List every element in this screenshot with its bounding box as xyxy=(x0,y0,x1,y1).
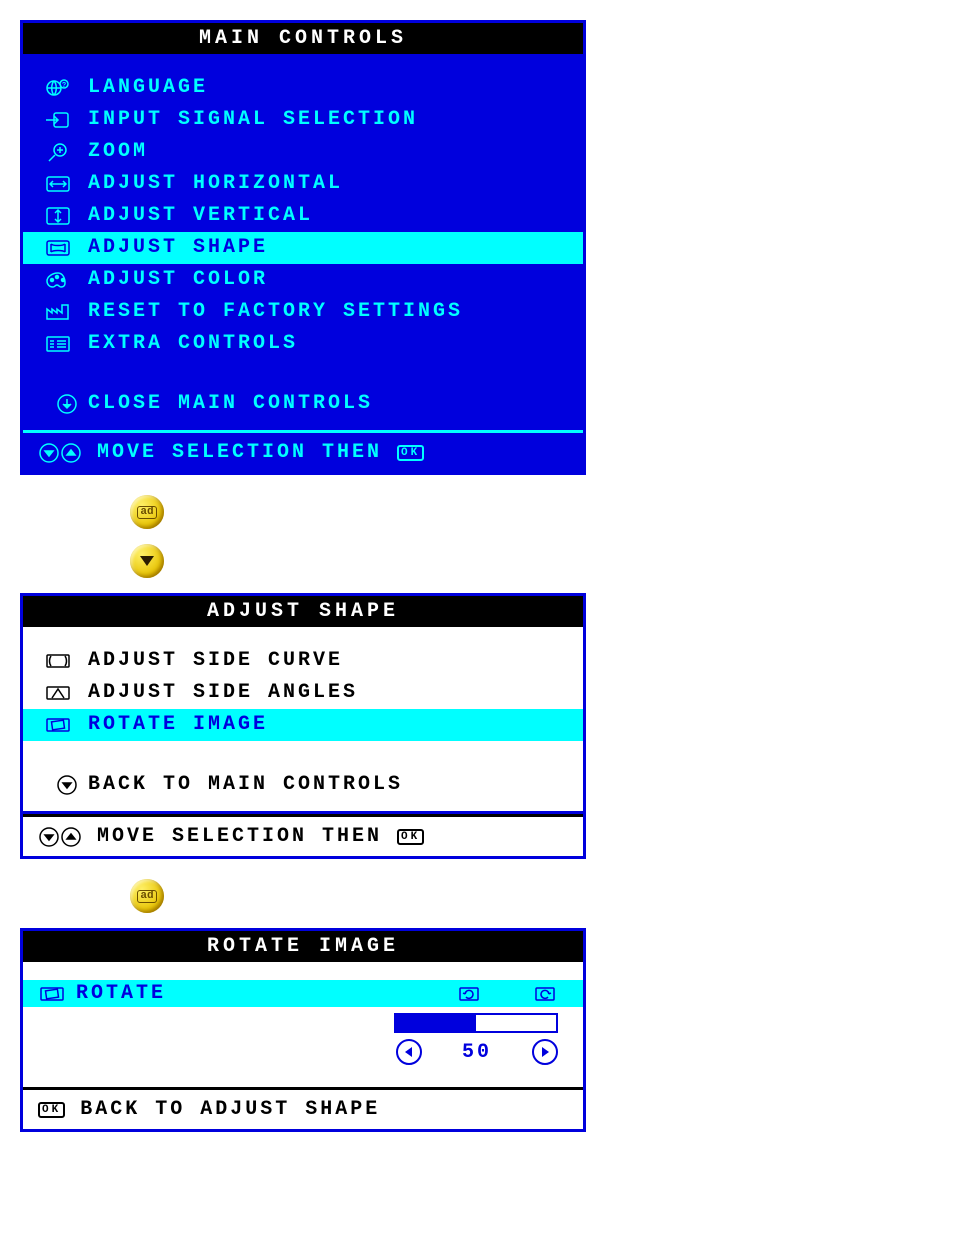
menu-label: BACK TO MAIN CONTROLS xyxy=(78,771,403,799)
main-footer: MOVE SELECTION THEN OK xyxy=(23,430,583,472)
ok-icon: OK xyxy=(38,1102,65,1118)
ok-icon: OK xyxy=(397,445,424,461)
menu-item-adjust-horizontal[interactable]: ADJUST HORIZONTAL xyxy=(23,168,583,200)
slider-fill xyxy=(396,1015,476,1031)
rotate-slider-row xyxy=(23,1007,583,1037)
menu-label: ADJUST HORIZONTAL xyxy=(78,170,343,198)
menu-item-adjust-shape[interactable]: ADJUST SHAPE xyxy=(23,232,583,264)
rotate-image-icon xyxy=(38,715,78,735)
menu-item-rotate-image[interactable]: ROTATE IMAGE xyxy=(23,709,583,741)
menu-item-input-signal[interactable]: INPUT SIGNAL SELECTION xyxy=(23,104,583,136)
up-arrow-icon xyxy=(60,826,82,848)
main-controls-panel: MAIN CONTROLS ? LANGUAGE INPUT SIGNAL SE… xyxy=(20,20,586,475)
footer-text: BACK TO ADJUST SHAPE xyxy=(80,1098,380,1121)
ok-icon: ad xyxy=(137,506,156,519)
footer-text: MOVE SELECTION THEN xyxy=(97,825,382,848)
menu-item-adjust-vertical[interactable]: ADJUST VERTICAL xyxy=(23,200,583,232)
down-arrow-icon xyxy=(38,393,78,415)
rotate-cw-icon xyxy=(532,984,558,1004)
shape-title: ADJUST SHAPE xyxy=(23,596,583,627)
rotate-value: 50 xyxy=(462,1041,492,1064)
menu-label: ADJUST SIDE CURVE xyxy=(78,647,343,675)
right-arrow-button[interactable] xyxy=(532,1039,558,1065)
footer-text: MOVE SELECTION THEN xyxy=(97,441,382,464)
svg-text:?: ? xyxy=(62,82,69,90)
menu-item-adjust-color[interactable]: ADJUST COLOR xyxy=(23,264,583,296)
up-arrow-icon xyxy=(60,442,82,464)
color-icon xyxy=(38,270,78,290)
rotate-footer[interactable]: OK BACK TO ADJUST SHAPE xyxy=(23,1087,583,1129)
side-angles-icon xyxy=(38,683,78,703)
rotate-image-panel: ROTATE IMAGE ROTATE 50 OK BACK TO ADJUST… xyxy=(20,928,586,1132)
extra-icon xyxy=(38,334,78,354)
rotate-image-icon xyxy=(38,984,66,1004)
menu-item-factory-reset[interactable]: RESET TO FACTORY SETTINGS xyxy=(23,296,583,328)
down-triangle-icon xyxy=(140,556,154,566)
input-icon xyxy=(38,110,78,130)
menu-label: ADJUST COLOR xyxy=(78,266,268,294)
menu-label: ADJUST SIDE ANGLES xyxy=(78,679,358,707)
shape-icon xyxy=(38,238,78,258)
menu-item-close[interactable]: CLOSE MAIN CONTROLS xyxy=(23,388,583,430)
rotate-value-row: 50 xyxy=(23,1037,583,1077)
menu-item-language[interactable]: ? LANGUAGE xyxy=(23,72,583,104)
adjust-shape-panel: ADJUST SHAPE ADJUST SIDE CURVE ADJUST SI… xyxy=(20,593,586,859)
horizontal-icon xyxy=(38,174,78,194)
menu-label: ROTATE IMAGE xyxy=(78,711,268,739)
ok-icon: OK xyxy=(397,829,424,845)
menu-label: RESET TO FACTORY SETTINGS xyxy=(78,298,463,326)
menu-label: LANGUAGE xyxy=(78,74,208,102)
left-arrow-button[interactable] xyxy=(396,1039,422,1065)
zoom-icon xyxy=(38,142,78,162)
down-button[interactable] xyxy=(130,544,164,578)
menu-item-zoom[interactable]: ZOOM xyxy=(23,136,583,168)
menu-item-side-angles[interactable]: ADJUST SIDE ANGLES xyxy=(23,677,583,709)
menu-label: EXTRA CONTROLS xyxy=(78,330,298,358)
side-curve-icon xyxy=(38,651,78,671)
ok-button[interactable]: ad xyxy=(130,879,164,913)
rotate-body: ROTATE 50 xyxy=(23,962,583,1087)
ok-icon: ad xyxy=(137,890,156,903)
rotate-option[interactable]: ROTATE xyxy=(23,980,583,1007)
menu-label: CLOSE MAIN CONTROLS xyxy=(78,390,373,418)
down-arrow-icon xyxy=(38,826,60,848)
menu-item-back-main[interactable]: BACK TO MAIN CONTROLS xyxy=(23,769,583,811)
language-icon: ? xyxy=(38,78,78,98)
shape-menu-body: ADJUST SIDE CURVE ADJUST SIDE ANGLES ROT… xyxy=(23,627,583,814)
vertical-icon xyxy=(38,206,78,226)
rotate-slider[interactable] xyxy=(394,1013,558,1033)
down-arrow-icon xyxy=(38,442,60,464)
rotate-label: ROTATE xyxy=(66,982,456,1005)
down-arrow-icon xyxy=(38,774,78,796)
rotate-ccw-icon xyxy=(456,984,482,1004)
factory-icon xyxy=(38,302,78,322)
ok-button[interactable]: ad xyxy=(130,495,164,529)
main-menu-body: ? LANGUAGE INPUT SIGNAL SELECTION ZOOM A… xyxy=(23,54,583,430)
menu-label: INPUT SIGNAL SELECTION xyxy=(78,106,418,134)
menu-item-extra-controls[interactable]: EXTRA CONTROLS xyxy=(23,328,583,360)
menu-label: ADJUST VERTICAL xyxy=(78,202,313,230)
menu-label: ZOOM xyxy=(78,138,148,166)
shape-footer: MOVE SELECTION THEN OK xyxy=(23,814,583,856)
menu-label: ADJUST SHAPE xyxy=(78,234,268,262)
rotate-title: ROTATE IMAGE xyxy=(23,931,583,962)
main-title: MAIN CONTROLS xyxy=(23,23,583,54)
menu-item-side-curve[interactable]: ADJUST SIDE CURVE xyxy=(23,645,583,677)
